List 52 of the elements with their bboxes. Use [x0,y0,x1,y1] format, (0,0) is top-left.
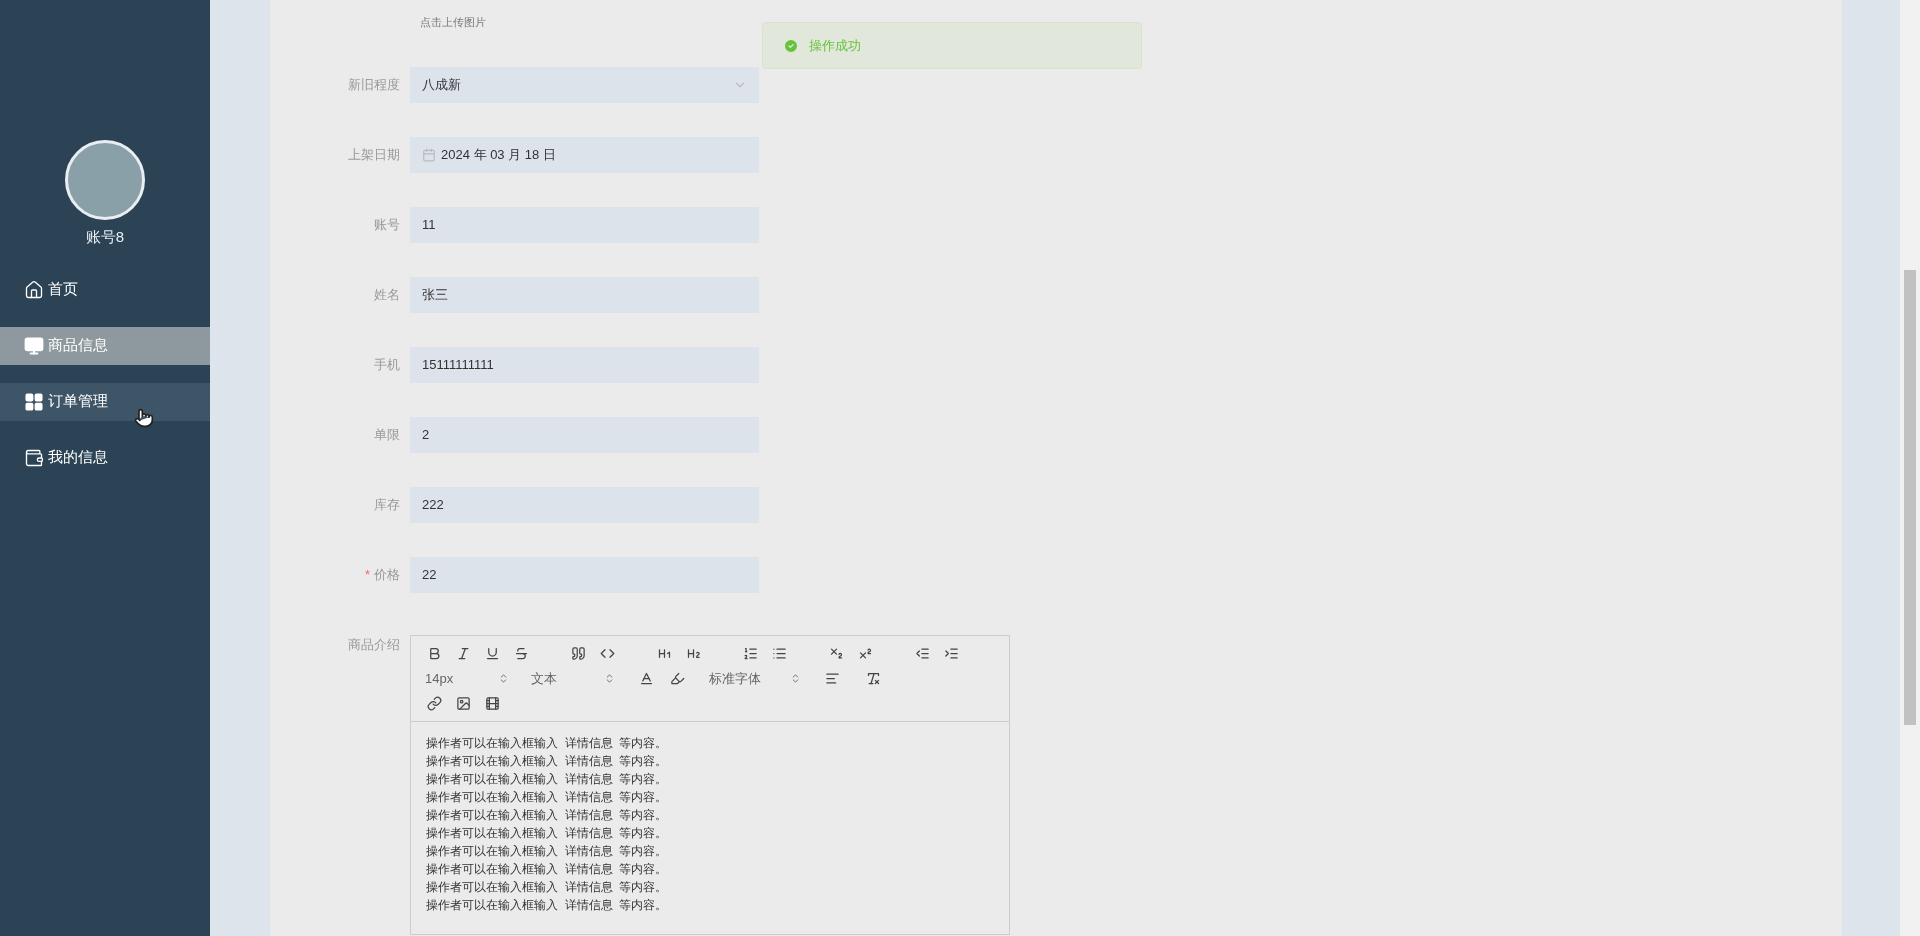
select-field[interactable]: 八成新 [410,66,759,103]
input-field[interactable]: 222 [410,486,759,523]
editor-text-line: 操作者可以在输入框输入 详情信息 等内容。 [426,879,669,896]
editor-text-line: 操作者可以在输入框输入 详情信息 等内容。 [426,771,669,788]
nav-item[interactable]: 订单管理 [0,382,210,421]
editor-text-line: 操作者可以在输入框输入 详情信息 等内容。 [426,825,669,842]
scrollbar-thumb[interactable] [1904,270,1916,725]
nav-item[interactable]: 我的信息 [0,438,210,477]
editor-text-line: 操作者可以在输入框输入 详情信息 等内容。 [426,789,669,806]
editor-text-line: 操作者可以在输入框输入 详情信息 等内容。 [426,807,669,824]
field-label: 手机 [374,355,400,374]
field-label: 价格 [374,565,400,584]
editor-text-line: 操作者可以在输入框输入 详情信息 等内容。 [426,753,669,770]
input-field[interactable]: 2 [410,416,759,453]
editor-text-line: 操作者可以在输入框输入 详情信息 等内容。 [426,897,669,914]
editor-text-line: 操作者可以在输入框输入 详情信息 等内容。 [426,843,669,860]
input-field[interactable]: 张三 [410,276,759,313]
field-label: 单限 [374,425,400,444]
editor-text-line: 操作者可以在输入框输入 详情信息 等内容。 [426,861,669,878]
link-icon[interactable] [425,694,444,713]
toolbar-select[interactable]: 14px [425,668,509,688]
user-name: 账号8 [85,227,125,247]
video-icon[interactable] [483,694,502,713]
upload-hint[interactable]: 点击上传图片 [420,16,486,28]
input-field[interactable]: 11 [410,206,759,243]
editor-text-line: 操作者可以在输入框输入 详情信息 等内容。 [426,735,669,752]
required-mark: * [364,565,370,584]
toolbar-select[interactable]: 标准字体 [709,668,801,688]
wallet-icon [24,447,44,468]
field-label: 库存 [374,495,400,514]
scrollbar[interactable] [1900,0,1920,936]
field-label: 姓名 [374,285,400,304]
up-down-chevron-icon [604,672,615,684]
field-label: 账号 [374,215,400,234]
up-down-chevron-icon [498,672,509,684]
calendar-icon [422,147,436,162]
hand-cursor-icon [134,408,154,428]
up-down-chevron-icon [790,672,801,684]
grid-icon [24,391,44,412]
home-icon [24,279,44,300]
nav-item[interactable]: 首页 [0,270,210,309]
monitor-icon [24,335,44,356]
toolbar-select[interactable]: 文本 [531,668,615,688]
input-field[interactable]: 22 [410,556,759,593]
image-icon[interactable] [454,694,473,713]
field-label: 新旧程度 [348,75,400,94]
date-field[interactable]: 2024 年 03 月 18 日 [410,136,759,173]
field-label: 商品介绍 [348,635,400,654]
field-label: 上架日期 [348,145,400,164]
success-icon [783,37,799,54]
toast-message: 操作成功 [809,36,861,55]
input-field[interactable]: 15111111111 [410,346,759,383]
